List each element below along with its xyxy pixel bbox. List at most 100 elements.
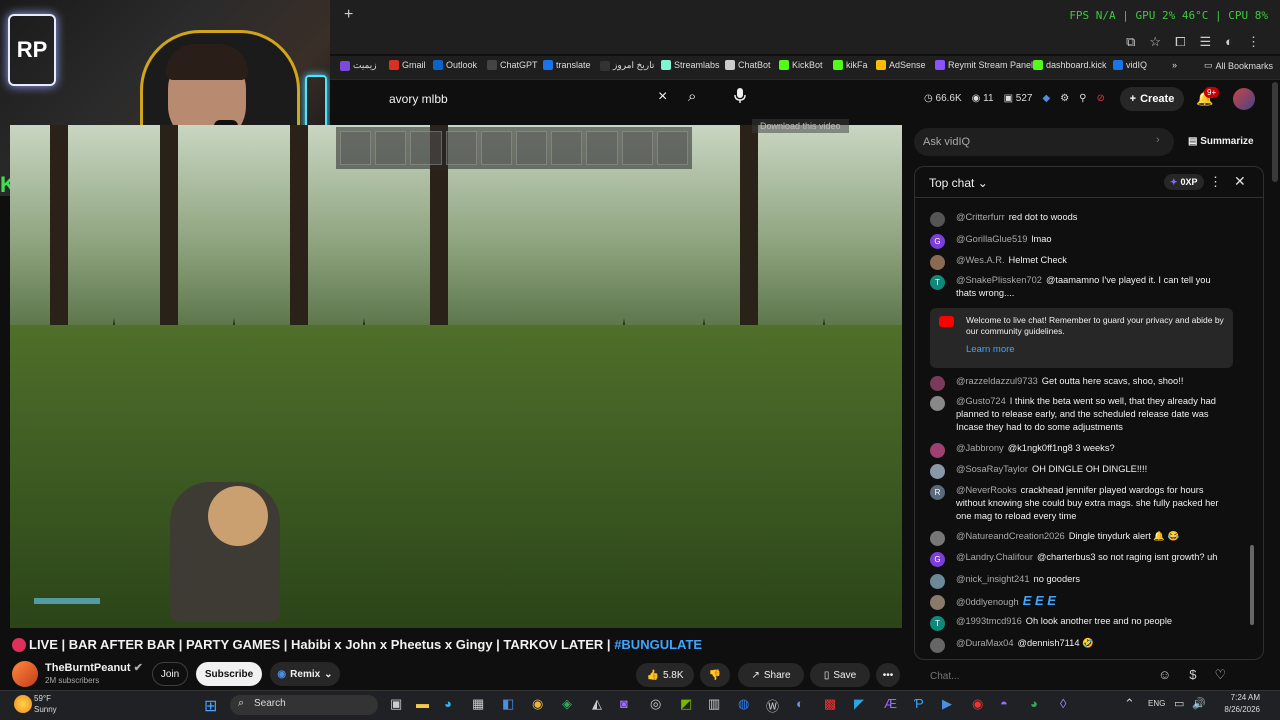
bookmark-item[interactable]: dashboard.kick bbox=[1033, 60, 1107, 70]
chat-message[interactable]: @0ddlyenough E E E bbox=[930, 594, 1230, 610]
search-icon[interactable]: ⌕ bbox=[688, 88, 696, 105]
chat-message[interactable]: @nick_insight241 no gooders bbox=[930, 573, 1230, 589]
chat-message[interactable]: @Jabbrony @k1ngk0ff1ng8 3 weeks? bbox=[930, 442, 1230, 458]
chat-avatar[interactable] bbox=[930, 531, 945, 546]
clock-date[interactable]: 8/26/2026 bbox=[1206, 705, 1260, 714]
bookmark-item[interactable]: Streamlabs bbox=[661, 60, 720, 70]
bookmark-item[interactable]: Gmail bbox=[389, 60, 426, 70]
channel-name[interactable]: TheBurntPeanut ✔ bbox=[45, 661, 143, 674]
chat-avatar[interactable]: T bbox=[930, 275, 945, 290]
app-icon[interactable]: ◊ bbox=[1060, 696, 1066, 711]
chat-avatar[interactable] bbox=[930, 443, 945, 458]
chat-avatar[interactable] bbox=[930, 212, 945, 227]
bookmarks-overflow-icon[interactable]: » bbox=[1172, 60, 1177, 70]
chat-message[interactable]: T @SnakePlissken702 @taamamno I've played … bbox=[930, 274, 1230, 300]
chat-author[interactable]: @0ddlyenough bbox=[956, 597, 1019, 607]
join-button[interactable]: Join bbox=[152, 662, 188, 686]
clock-time[interactable]: 7:24 AM bbox=[1220, 693, 1260, 702]
telegram-icon[interactable]: ◤ bbox=[854, 696, 864, 712]
bookmark-item[interactable]: تاریخ امروز bbox=[600, 60, 654, 71]
chat-avatar[interactable] bbox=[930, 376, 945, 391]
account-avatar[interactable] bbox=[1233, 88, 1255, 110]
chat-author[interactable]: @Gusto724 bbox=[956, 396, 1006, 406]
remix-button[interactable]: ◉ Remix ⌄ bbox=[270, 662, 340, 686]
chat-author[interactable]: @GorillaGlue519 bbox=[956, 234, 1027, 244]
chat-avatar[interactable] bbox=[930, 574, 945, 589]
controller-icon[interactable]: ◓ bbox=[1000, 696, 1008, 711]
chat-avatar[interactable]: T bbox=[930, 616, 945, 631]
search-input[interactable]: avory mlbb bbox=[389, 92, 448, 106]
discord-icon[interactable]: ◐ bbox=[796, 696, 804, 711]
capcut-icon[interactable]: ◭ bbox=[592, 696, 602, 712]
chat-avatar[interactable]: G bbox=[930, 552, 945, 567]
star-icon[interactable]: ☆ bbox=[1149, 34, 1161, 50]
app-icon[interactable]: ◙ bbox=[620, 696, 628, 711]
chat-author[interactable]: @Critterfurr bbox=[956, 212, 1005, 222]
chat-message[interactable]: @razzeldazzul9733 Get outta here scavs, s… bbox=[930, 375, 1230, 391]
chat-message[interactable]: T @1993tmcd916 Oh look another tree and no… bbox=[930, 615, 1230, 631]
reading-list-icon[interactable]: ☰ bbox=[1199, 34, 1211, 50]
bookmark-item[interactable]: KickBot bbox=[779, 60, 823, 70]
windows-start-icon[interactable]: ⊞ bbox=[204, 696, 217, 716]
chat-message[interactable]: @NatureandCreation2026 Dingle tinydurk al… bbox=[930, 530, 1230, 546]
monitor-icon[interactable]: ▭ bbox=[1174, 697, 1184, 710]
epic-games-icon[interactable]: ▥ bbox=[708, 696, 720, 712]
vidiq-icon[interactable]: ◆ bbox=[1042, 93, 1050, 104]
file-explorer-icon[interactable]: ▬ bbox=[416, 696, 429, 711]
chat-menu-icon[interactable]: ⋮ bbox=[1209, 174, 1222, 190]
emoji-icon[interactable]: ☺ bbox=[1158, 667, 1171, 683]
chat-author[interactable]: @Landry.Chalifour bbox=[956, 552, 1033, 562]
heart-icon[interactable]: ♡ bbox=[1215, 667, 1227, 683]
bookmark-item[interactable]: زیمیت bbox=[340, 60, 377, 71]
bookmark-item[interactable]: translate bbox=[543, 60, 591, 70]
super-chat-icon[interactable]: $ bbox=[1189, 667, 1196, 683]
obs-icon[interactable]: ◉ bbox=[972, 696, 983, 712]
chat-author[interactable]: @DuraMax04 bbox=[956, 638, 1014, 648]
hashtag-link[interactable]: #BUNGULATE bbox=[614, 637, 702, 652]
chat-message[interactable]: @Critterfurr red dot to woods bbox=[930, 211, 1230, 227]
voice-search-icon[interactable] bbox=[734, 88, 746, 108]
taskbar-search[interactable] bbox=[230, 695, 378, 715]
channel-avatar[interactable] bbox=[12, 661, 38, 687]
chat-author[interactable]: @SnakePlissken702 bbox=[956, 275, 1042, 285]
volume-icon[interactable]: 🔊 bbox=[1192, 697, 1206, 710]
chat-avatar[interactable] bbox=[930, 464, 945, 479]
close-icon[interactable]: ✕ bbox=[1234, 173, 1246, 190]
menu-icon[interactable]: ⋮ bbox=[1247, 34, 1260, 50]
chat-author[interactable]: @NeverRooks bbox=[956, 485, 1017, 495]
chat-avatar[interactable] bbox=[930, 255, 945, 270]
vidiq-input[interactable]: Ask vidIQ bbox=[923, 136, 970, 148]
app-icon[interactable]: ◕ bbox=[1030, 696, 1038, 711]
chat-author[interactable]: @SosaRayTaylor bbox=[956, 464, 1028, 474]
chat-author[interactable]: @nick_insight241 bbox=[956, 574, 1030, 584]
chat-avatar[interactable]: G bbox=[930, 234, 945, 249]
chat-message[interactable]: R @NeverRooks crackhead jennifer played wa… bbox=[930, 484, 1230, 523]
chat-message[interactable]: G @GorillaGlue519 lmao bbox=[930, 233, 1230, 249]
profile-icon[interactable]: ◐ bbox=[1225, 34, 1233, 50]
chat-author[interactable]: @1993tmcd916 bbox=[956, 616, 1022, 626]
chat-avatar[interactable]: R bbox=[930, 485, 945, 500]
premiere-icon[interactable]: ▶ bbox=[942, 696, 952, 712]
bookmark-item[interactable]: Outlook bbox=[433, 60, 477, 70]
chat-author[interactable]: @Jabbrony bbox=[956, 443, 1004, 453]
task-view-icon[interactable]: ▣ bbox=[390, 696, 402, 712]
chat-message[interactable]: @DuraMax04 @dennish7114 🤣 bbox=[930, 637, 1230, 653]
tray-chevron-icon[interactable]: ⌃ bbox=[1124, 696, 1135, 712]
app-icon[interactable]: ◍ bbox=[738, 696, 749, 712]
video-player[interactable] bbox=[10, 125, 902, 628]
chat-author[interactable]: @razzeldazzul9733 bbox=[956, 376, 1038, 386]
chat-avatar[interactable] bbox=[930, 595, 945, 610]
dislike-button[interactable]: 👎 bbox=[700, 663, 730, 687]
language-indicator[interactable]: ENG bbox=[1148, 699, 1165, 708]
weather-icon[interactable] bbox=[14, 695, 32, 713]
all-bookmarks[interactable]: ▭ All Bookmarks bbox=[1204, 60, 1273, 71]
app-icon[interactable]: ◈ bbox=[562, 696, 572, 712]
xp-badge[interactable]: ✦ 0XP bbox=[1164, 174, 1204, 190]
bookmark-item[interactable]: kikFa bbox=[833, 60, 868, 70]
pin-icon[interactable]: ⚲ bbox=[1079, 93, 1086, 104]
store-icon[interactable]: ▦ bbox=[472, 696, 484, 712]
bookmark-item[interactable]: ChatGPT bbox=[487, 60, 538, 70]
chat-mode-dropdown[interactable]: Top chat ⌄ bbox=[929, 176, 988, 190]
bookmark-item[interactable]: Reymit Stream Panel bbox=[935, 60, 1033, 70]
chat-author[interactable]: @NatureandCreation2026 bbox=[956, 531, 1065, 541]
